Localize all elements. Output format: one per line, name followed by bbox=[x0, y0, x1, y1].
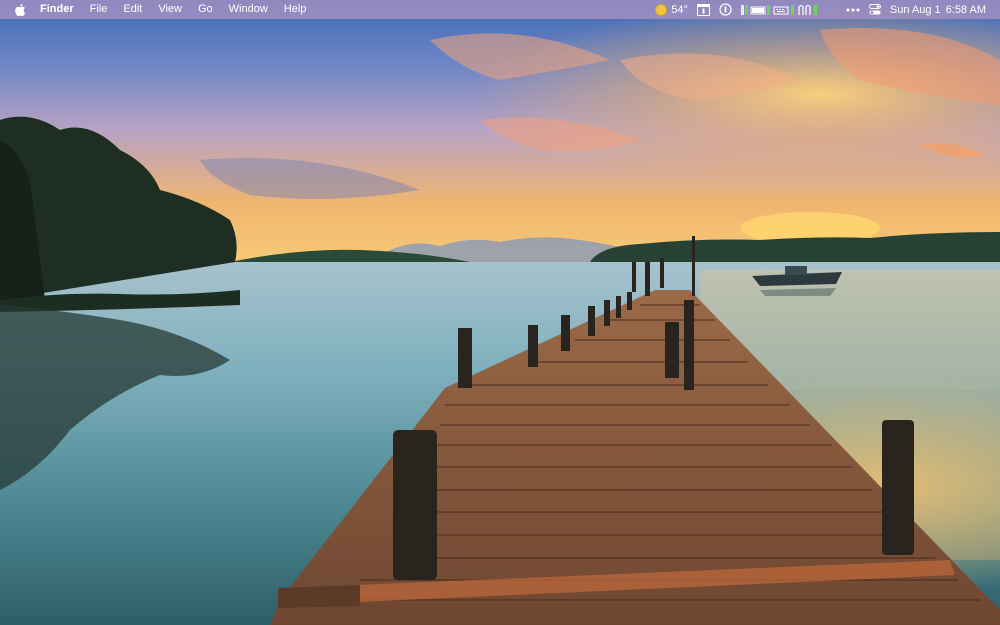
calendar-icon[interactable] bbox=[696, 0, 710, 19]
menu-bar: Finder File Edit View Go Window Help 54° bbox=[0, 0, 1000, 19]
more-icon[interactable] bbox=[846, 0, 860, 19]
weather-sun-icon bbox=[655, 3, 668, 16]
menu-edit[interactable]: Edit bbox=[115, 0, 150, 19]
desktop-wallpaper bbox=[0, 0, 1000, 625]
weather-status[interactable]: 54° bbox=[655, 0, 688, 19]
menu-bar-left: Finder File Edit View Go Window Help bbox=[8, 0, 314, 19]
menu-view[interactable]: View bbox=[150, 0, 190, 19]
menu-clock[interactable]: Sun Aug 1 6:58 AM bbox=[890, 4, 992, 16]
clock-time: 6:58 AM bbox=[945, 3, 986, 16]
system-monitor-icon[interactable] bbox=[740, 0, 837, 19]
menu-window[interactable]: Window bbox=[221, 0, 276, 19]
desktop: Finder File Edit View Go Window Help 54° bbox=[0, 0, 1000, 625]
menu-bar-status: 54° Sun Aug 1 6:58 AM bbox=[655, 0, 992, 19]
control-center-icon[interactable] bbox=[868, 0, 881, 19]
apple-menu-icon[interactable] bbox=[14, 3, 26, 17]
menu-help[interactable]: Help bbox=[276, 0, 315, 19]
weather-temp: 54° bbox=[671, 3, 688, 16]
menu-app-name[interactable]: Finder bbox=[32, 0, 82, 19]
menu-go[interactable]: Go bbox=[190, 0, 221, 19]
focus-icon[interactable] bbox=[719, 0, 732, 19]
menu-file[interactable]: File bbox=[82, 0, 116, 19]
clock-date: Sun Aug 1 bbox=[889, 3, 941, 16]
